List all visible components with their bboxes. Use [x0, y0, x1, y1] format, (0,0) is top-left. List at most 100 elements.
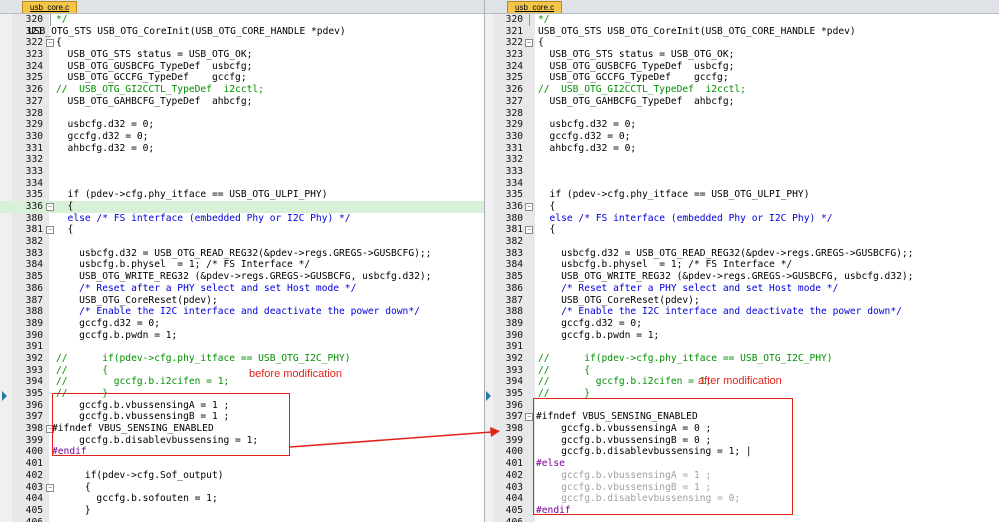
code-line[interactable]: 405 }: [0, 505, 484, 517]
code-line[interactable]: 397 gccfg.b.vbussensingB = 1 ;: [0, 411, 484, 423]
code-line[interactable]: 406: [485, 517, 999, 522]
code-line[interactable]: 381− {: [485, 224, 999, 236]
code-line[interactable]: 327 USB_OTG_GAHBCFG_TypeDef ahbcfg;: [485, 96, 999, 108]
code-line[interactable]: 394 // gccfg.b.i2cifen = 1;: [0, 376, 484, 388]
code-line[interactable]: 387 USB_OTG_CoreReset(pdev);: [0, 295, 484, 307]
code-line[interactable]: 331 ahbcfg.d32 = 0;: [0, 143, 484, 155]
code-line[interactable]: 405 #endif: [485, 505, 999, 517]
code-line[interactable]: 393 // {: [485, 365, 999, 377]
code-line[interactable]: 325 USB_OTG_GCCFG_TypeDef gccfg;: [0, 72, 484, 84]
code-line[interactable]: 383 usbcfg.d32 = USB_OTG_READ_REG32(&pde…: [0, 248, 484, 260]
code-line[interactable]: 389 gccfg.d32 = 0;: [485, 318, 999, 330]
code-line[interactable]: 330 gccfg.d32 = 0;: [0, 131, 484, 143]
code-line[interactable]: 400 gccfg.b.disablevbussensing = 1; |: [485, 446, 999, 458]
fold-toggle-icon[interactable]: −: [525, 203, 533, 211]
code-line[interactable]: 399 gccfg.b.disablevbussensing = 1;: [0, 435, 484, 447]
code-line[interactable]: 385 USB_OTG_WRITE_REG32 (&pdev->regs.GRE…: [485, 271, 999, 283]
code-line[interactable]: 382: [0, 236, 484, 248]
code-line[interactable]: 332: [0, 154, 484, 166]
code-line[interactable]: 390 gccfg.b.pwdn = 1;: [0, 330, 484, 342]
code-line[interactable]: 406: [0, 517, 484, 522]
right-code-area[interactable]: 320 */ 321 USB_OTG_STS USB_OTG_CoreInit(USB…: [485, 14, 999, 522]
code-line[interactable]: 404 gccfg.b.disablevbussensing = 0;: [485, 493, 999, 505]
code-line[interactable]: 322−{: [485, 37, 999, 49]
code-line[interactable]: 402 if(pdev->cfg.Sof_output): [0, 470, 484, 482]
code-line[interactable]: 396: [485, 400, 999, 412]
code-line[interactable]: 400 #endif: [0, 446, 484, 458]
code-line[interactable]: 381− {: [0, 224, 484, 236]
code-line[interactable]: 323 USB_OTG_STS status = USB_OTG_OK;: [485, 49, 999, 61]
code-line[interactable]: 328: [0, 108, 484, 120]
code-line[interactable]: 329 usbcfg.d32 = 0;: [485, 119, 999, 131]
code-line[interactable]: 401 #else: [485, 458, 999, 470]
code-line[interactable]: 390 gccfg.b.pwdn = 1;: [485, 330, 999, 342]
fold-toggle-icon[interactable]: −: [46, 483, 54, 492]
code-line[interactable]: 391: [0, 341, 484, 353]
code-line[interactable]: 332: [485, 154, 999, 166]
code-line[interactable]: 384 usbcfg.b.physel = 1; /* FS Interface…: [0, 259, 484, 271]
code-line[interactable]: 320 */: [485, 14, 999, 26]
left-file-tab[interactable]: usb_core.c: [22, 1, 78, 13]
right-file-tab[interactable]: usb_core.c: [507, 1, 563, 13]
fold-toggle-icon[interactable]: −: [525, 39, 533, 48]
fold-toggle-icon[interactable]: −: [46, 39, 54, 48]
code-line[interactable]: 336− {: [485, 201, 999, 213]
code-line[interactable]: 397− #ifndef VBUS_SENSING_ENABLED: [485, 411, 999, 423]
code-line[interactable]: 328: [485, 108, 999, 120]
code-line[interactable]: 385 USB_OTG_WRITE_REG32 (&pdev->regs.GRE…: [0, 271, 484, 283]
code-line[interactable]: 388 /* Enable the I2C interface and deac…: [485, 306, 999, 318]
code-line[interactable]: 326 // USB_OTG_GI2CCTL_TypeDef i2cctl;: [0, 84, 484, 96]
code-line[interactable]: 388 /* Enable the I2C interface and deac…: [0, 306, 484, 318]
code-line[interactable]: 380 else /* FS interface (embedded Phy o…: [485, 213, 999, 225]
code-line[interactable]: 333: [485, 166, 999, 178]
code-line[interactable]: 382: [485, 236, 999, 248]
code-line[interactable]: 330 gccfg.d32 = 0;: [485, 131, 999, 143]
code-line[interactable]: 324 USB_OTG_GUSBCFG_TypeDef usbcfg;: [0, 61, 484, 73]
code-line[interactable]: 393 // {: [0, 365, 484, 377]
left-code-area[interactable]: 320 */321 USB_OTG_STS USB_OTG_CoreInit(USB…: [0, 14, 484, 522]
code-line[interactable]: 395 // }: [0, 388, 484, 400]
code-line[interactable]: 333: [0, 166, 484, 178]
code-line[interactable]: 403 gccfg.b.vbussensingB = 1 ;: [485, 482, 999, 494]
code-line[interactable]: 325 USB_OTG_GCCFG_TypeDef gccfg;: [485, 72, 999, 84]
code-line[interactable]: 324 USB_OTG_GUSBCFG_TypeDef usbcfg;: [485, 61, 999, 73]
code-line[interactable]: 386 /* Reset after a PHY select and set …: [0, 283, 484, 295]
code-line[interactable]: 321 USB_OTG_STS USB_OTG_CoreInit(USB_OTG_…: [0, 26, 484, 38]
code-line[interactable]: 334: [485, 178, 999, 190]
code-line[interactable]: 326 // USB_OTG_GI2CCTL_TypeDef i2cctl;: [485, 84, 999, 96]
code-line[interactable]: 336− {: [0, 201, 484, 213]
code-line[interactable]: 335 if (pdev->cfg.phy_itface == USB_OTG_…: [485, 189, 999, 201]
code-line[interactable]: 391: [485, 341, 999, 353]
code-line[interactable]: 380 else /* FS interface (embedded Phy o…: [0, 213, 484, 225]
code-line[interactable]: 323 USB_OTG_STS status = USB_OTG_OK;: [0, 49, 484, 61]
code-line[interactable]: 334: [0, 178, 484, 190]
code-line[interactable]: 404 gccfg.b.sofouten = 1;: [0, 493, 484, 505]
code-line[interactable]: 384 usbcfg.b.physel = 1; /* FS Interface…: [485, 259, 999, 271]
code-line[interactable]: 327 USB_OTG_GAHBCFG_TypeDef ahbcfg;: [0, 96, 484, 108]
code-line[interactable]: 335 if (pdev->cfg.phy_itface == USB_OTG_…: [0, 189, 484, 201]
fold-toggle-icon[interactable]: −: [525, 413, 533, 422]
code-line[interactable]: 321 USB_OTG_STS USB_OTG_CoreInit(USB_OTG_…: [485, 26, 999, 38]
code-line[interactable]: 331 ahbcfg.d32 = 0;: [485, 143, 999, 155]
code-line[interactable]: 320 */: [0, 14, 484, 26]
code-line[interactable]: 403− {: [0, 482, 484, 494]
code-line[interactable]: 394 // gccfg.b.i2cifen = 1;: [485, 376, 999, 388]
fold-toggle-icon[interactable]: −: [525, 226, 533, 235]
code-line[interactable]: 401: [0, 458, 484, 470]
code-line[interactable]: 387 USB_OTG_CoreReset(pdev);: [485, 295, 999, 307]
code-line[interactable]: 383 usbcfg.d32 = USB_OTG_READ_REG32(&pde…: [485, 248, 999, 260]
fold-toggle-icon[interactable]: −: [46, 226, 54, 235]
code-line[interactable]: 399 gccfg.b.vbussensingB = 0 ;: [485, 435, 999, 447]
code-line[interactable]: 392 // if(pdev->cfg.phy_itface == USB_OTG…: [0, 353, 484, 365]
code-line[interactable]: 329 usbcfg.d32 = 0;: [0, 119, 484, 131]
code-line[interactable]: 389 gccfg.d32 = 0;: [0, 318, 484, 330]
code-line[interactable]: 392 // if(pdev->cfg.phy_itface == USB_OTG…: [485, 353, 999, 365]
code-line[interactable]: 398− #ifndef VBUS_SENSING_ENABLED: [0, 423, 484, 435]
code-line[interactable]: 396 gccfg.b.vbussensingA = 1 ;: [0, 400, 484, 412]
code-line[interactable]: 386 /* Reset after a PHY select and set …: [485, 283, 999, 295]
code-line[interactable]: 395 // }: [485, 388, 999, 400]
fold-toggle-icon[interactable]: −: [46, 203, 54, 211]
code-line[interactable]: 402 gccfg.b.vbussensingA = 1 ;: [485, 470, 999, 482]
code-line[interactable]: 322−{: [0, 37, 484, 49]
code-line[interactable]: 398 gccfg.b.vbussensingA = 0 ;: [485, 423, 999, 435]
